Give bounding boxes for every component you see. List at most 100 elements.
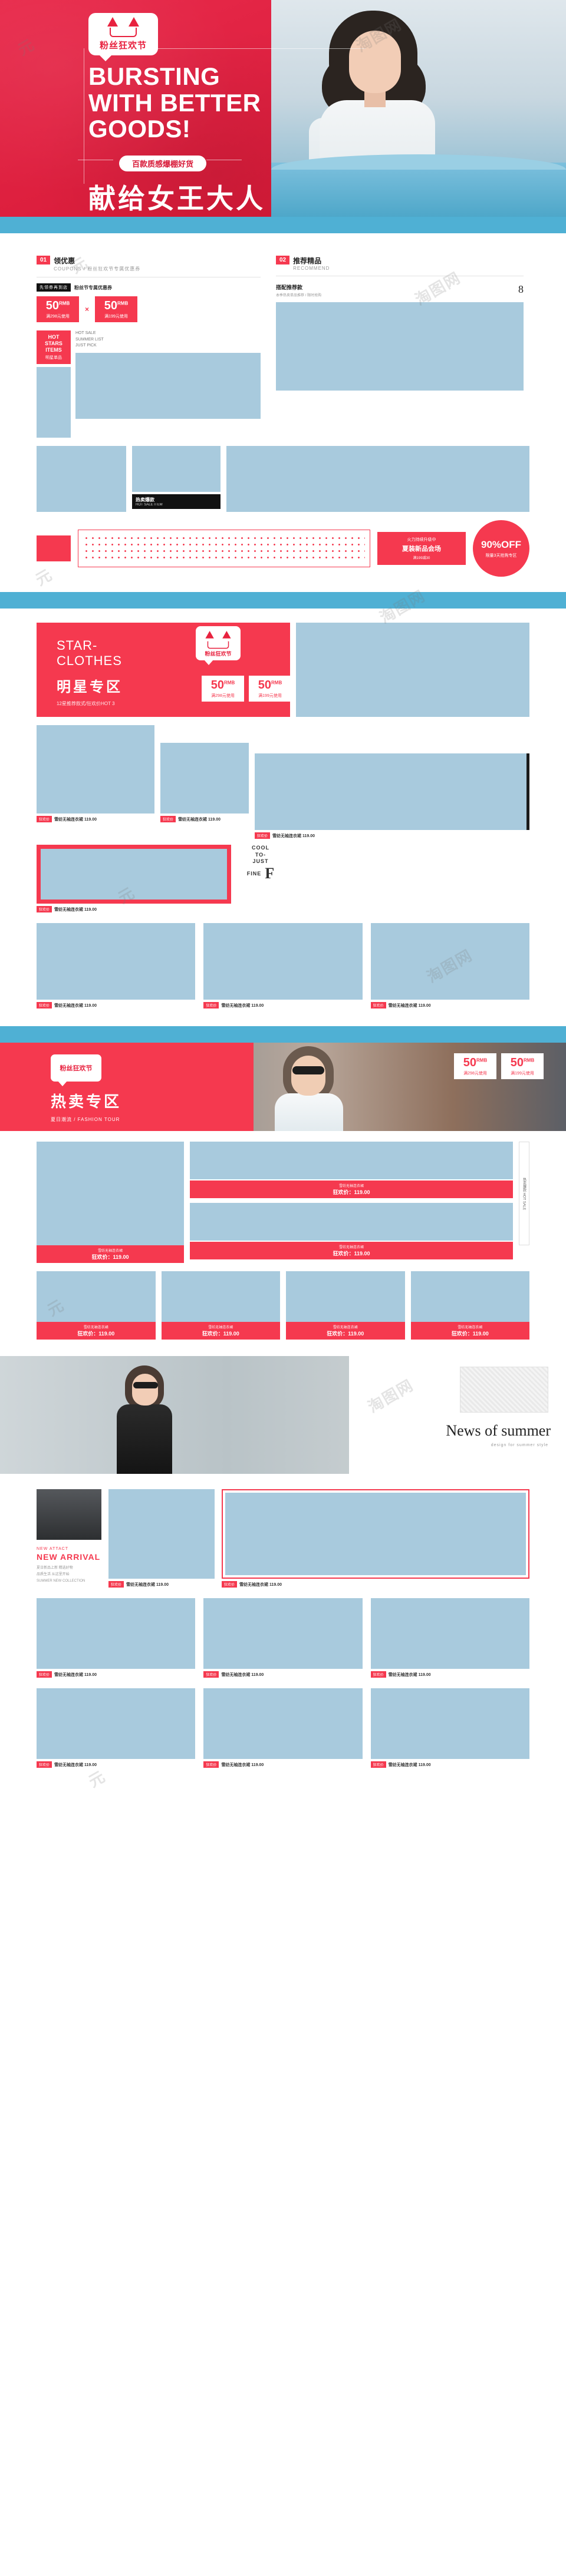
- hot-model-figure: [248, 1043, 371, 1132]
- star-fan-badge: 粉丝狂欢节: [196, 626, 241, 666]
- product-image[interactable]: [410, 1271, 529, 1322]
- product-image[interactable]: [370, 923, 529, 1000]
- coupon-card[interactable]: 50RMB 满298元使用: [454, 1053, 496, 1080]
- fan-festival-badge-label: 粉丝狂欢节: [99, 40, 147, 51]
- product-caption: 雪纺无袖连衣裙 119.00: [54, 1672, 97, 1677]
- coupon-card[interactable]: 50RMB 满298元使用: [202, 676, 244, 702]
- product-image[interactable]: [37, 1688, 196, 1760]
- coupon-hint-tag: 先领券再到店: [37, 283, 71, 292]
- product-caption: 雪纺无袖连衣裙 119.00: [178, 817, 221, 822]
- price-tag: 狂欢价: [255, 832, 271, 839]
- hero-headline-line1: BURSTING: [88, 62, 221, 90]
- hero-headline-line3: GOODS!: [88, 115, 191, 143]
- tab-recommend-number: 02: [276, 256, 290, 264]
- tab-recommend[interactable]: 02 推荐精品 RECOMMEND: [276, 245, 524, 271]
- hot-product-main-image[interactable]: [37, 1142, 184, 1246]
- hot-product-side-chip: 雪纺无袖连衣裙 狂欢价：119.00: [190, 1242, 513, 1260]
- promo-banner-red[interactable]: 火力持续升级中 夏装新品会场 满199减30: [377, 532, 466, 566]
- black-tag-cn: 热卖爆款: [136, 497, 154, 503]
- product-image[interactable]: [203, 1688, 363, 1760]
- framed-product-image[interactable]: [37, 845, 231, 904]
- discount-circle[interactable]: 90%OFF 限量3天抢购专区: [473, 520, 529, 577]
- product-caption: 雪纺无袖连衣裙 119.00: [388, 1672, 431, 1677]
- product-tile[interactable]: [132, 446, 221, 492]
- product-image[interactable]: [37, 1271, 156, 1322]
- product-name: 雪纺无袖连衣裙: [458, 1326, 483, 1330]
- product-image[interactable]: [108, 1489, 215, 1579]
- product-price: 狂欢价：119.00: [77, 1331, 115, 1337]
- product-image[interactable]: [370, 1688, 529, 1760]
- star-en-line1: STAR-: [57, 638, 98, 653]
- hot-product-side-image[interactable]: [190, 1203, 513, 1241]
- hot-product-main-chip: 雪纺无袖连衣裙 狂欢价：119.00: [37, 1245, 184, 1264]
- tab-coupons-title: 领优惠: [54, 257, 75, 265]
- product-price: 狂欢价：119.00: [333, 1189, 370, 1196]
- product-tile[interactable]: [226, 446, 529, 512]
- price-tag: 狂欢价: [222, 1581, 238, 1588]
- tab-coupons[interactable]: 01 领优惠 COUPONS / 粉丝狂欢节专属优惠券: [37, 245, 261, 272]
- product-image[interactable]: [37, 725, 154, 814]
- price-tag: 狂欢价: [203, 1002, 219, 1009]
- coupon-card[interactable]: 50RMB 满298元使用: [37, 296, 79, 322]
- coupon-unit: RMB: [59, 300, 70, 306]
- product-chip: 雪纺无袖连衣裙 狂欢价：119.00: [286, 1322, 405, 1340]
- product-chip: 雪纺无袖连衣裙 狂欢价：119.00: [410, 1322, 529, 1340]
- product-price: 狂欢价：119.00: [202, 1331, 239, 1337]
- new-arrival-text: 夏日新品上新 精选好物 品质生活 从这里开始 SUMMER NEW COLLEC…: [37, 1566, 85, 1583]
- product-caption: 雪纺无袖连衣裙 119.00: [239, 1582, 282, 1587]
- product-image[interactable]: [255, 753, 529, 831]
- coupon-unit: RMB: [224, 680, 235, 686]
- star-coupon-list: 50RMB 满298元使用 50RMB 满199元使用: [202, 676, 291, 702]
- tab-recommend-subtitle: RECOMMEND: [293, 266, 330, 271]
- price-tag: 狂欢价: [37, 906, 52, 913]
- framed-product-image[interactable]: [222, 1489, 529, 1579]
- product-caption: 雪纺无袖连衣裙 119.00: [221, 1003, 264, 1008]
- fabric-swatch-image: [460, 1367, 548, 1413]
- arrival-feature-image[interactable]: [37, 1489, 101, 1540]
- product-chip: 雪纺无袖连衣裙 狂欢价：119.00: [37, 1322, 156, 1340]
- coupon-card[interactable]: 50RMB 满199元使用: [249, 676, 291, 702]
- product-caption: 雪纺无袖连衣裙 119.00: [54, 907, 97, 912]
- product-image[interactable]: [203, 923, 363, 1000]
- product-image[interactable]: [161, 1271, 280, 1322]
- product-caption: 雪纺无袖连衣裙 119.00: [221, 1762, 264, 1767]
- ecommerce-page-template: 粉丝狂欢节 BURSTING WITH BETTER GOODS! 百款质感爆棚…: [0, 0, 566, 1792]
- coupon-condition: 满298元使用: [463, 1071, 487, 1076]
- product-price: 狂欢价：119.00: [451, 1331, 489, 1337]
- vertical-label-text: 热卖爆款 HOT SALE: [522, 1177, 526, 1210]
- product-name: 雪纺无袖连衣裙: [83, 1326, 108, 1330]
- coupon-amount: 50: [510, 1056, 524, 1069]
- product-image[interactable]: [37, 1598, 196, 1669]
- product-image[interactable]: [286, 1271, 405, 1322]
- price-tag: 狂欢价: [370, 1761, 386, 1768]
- hot-product-side-image[interactable]: [190, 1142, 513, 1180]
- product-thumb[interactable]: [37, 367, 71, 438]
- tab-recommend-title: 推荐精品: [293, 257, 322, 265]
- hero-pill-label: 百款质感爆棚好货: [119, 155, 207, 171]
- recommend-image[interactable]: [276, 302, 524, 391]
- product-image[interactable]: [160, 743, 249, 814]
- coupon-condition: 满199元使用: [511, 1071, 534, 1076]
- coupon-list: 50RMB 满298元使用 × 50RMB 满199元使用: [37, 296, 261, 322]
- product-image[interactable]: [37, 923, 196, 1000]
- price-tag: 狂欢价: [108, 1581, 124, 1588]
- price-tag: 狂欢价: [37, 1002, 52, 1009]
- star-hero-image[interactable]: [296, 623, 529, 717]
- product-name: 雪纺无袖连衣裙: [338, 1246, 364, 1250]
- hot-badge-label: 粉丝狂欢节: [60, 1065, 93, 1073]
- coupon-condition: 满199元使用: [104, 314, 128, 319]
- tab-coupons-subtitle: COUPONS / 粉丝狂欢节专属优惠券: [54, 266, 141, 272]
- product-image[interactable]: [203, 1598, 363, 1669]
- hotsale-en-1: HOT SALE: [75, 331, 96, 335]
- news-model-figure: [94, 1364, 195, 1474]
- coupon-condition: 满298元使用: [211, 693, 235, 698]
- price-tag: 狂欢价: [37, 1761, 52, 1768]
- product-image-main[interactable]: [75, 352, 261, 419]
- product-name: 雪纺无袖连衣裙: [333, 1326, 358, 1330]
- decor-red-block: [37, 535, 71, 562]
- product-tile[interactable]: [37, 446, 126, 512]
- product-name: 雪纺无袖连衣裙: [338, 1185, 364, 1189]
- product-image[interactable]: [370, 1598, 529, 1669]
- coupon-card[interactable]: 50RMB 满199元使用: [501, 1053, 544, 1080]
- coupon-card[interactable]: 50RMB 满199元使用: [95, 296, 138, 322]
